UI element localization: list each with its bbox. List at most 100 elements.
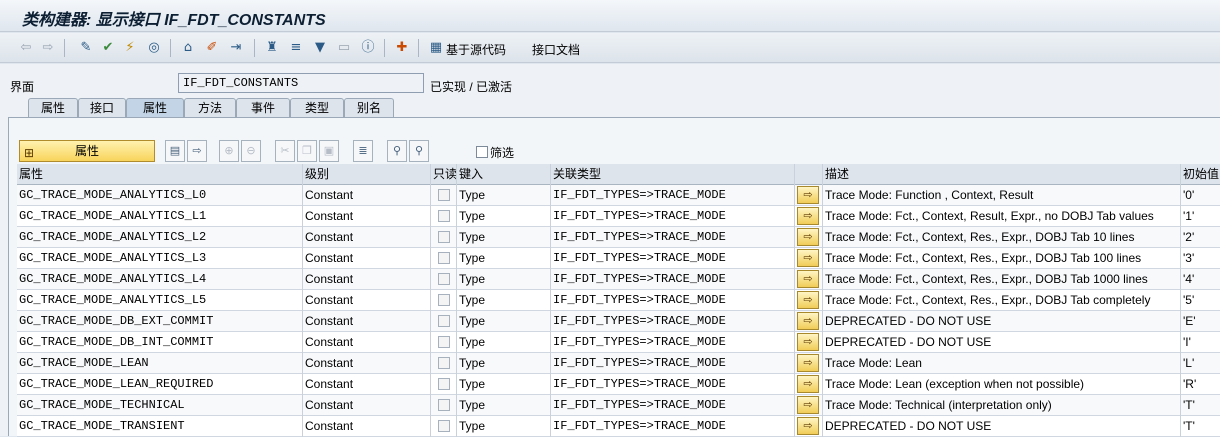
table-row[interactable]: GC_TRACE_MODE_ANALYTICS_L2 Constant Type IF…: [17, 227, 1220, 248]
column-header-description[interactable]: 描述: [823, 164, 1181, 185]
cell-level[interactable]: Constant: [303, 395, 431, 416]
source-code-button[interactable]: 基于源代码: [446, 41, 506, 58]
cell-description[interactable]: DEPRECATED - DO NOT USE: [823, 332, 1181, 353]
table-row[interactable]: GC_TRACE_MODE_TRANSIENT Constant Type IF_FD…: [17, 416, 1220, 437]
cell-description[interactable]: Trace Mode: Function , Context, Result: [823, 185, 1181, 206]
cut-icon[interactable]: ✂: [275, 140, 295, 162]
readonly-checkbox[interactable]: [438, 378, 450, 390]
tab-events[interactable]: 事件: [236, 98, 290, 117]
cell-level[interactable]: Constant: [303, 374, 431, 395]
where-used-icon[interactable]: ◎: [146, 40, 162, 56]
attributes-button[interactable]: ⊞ 属性: [19, 140, 155, 162]
table-row[interactable]: GC_TRACE_MODE_DB_INT_COMMIT Constant Type I…: [17, 332, 1220, 353]
readonly-checkbox[interactable]: [438, 210, 450, 222]
cell-description[interactable]: Trace Mode: Fct., Context, Res., Expr., …: [823, 269, 1181, 290]
goto-icon[interactable]: ⇨: [187, 140, 207, 162]
cell-initial-value[interactable]: '0': [1181, 185, 1220, 206]
table-row[interactable]: GC_TRACE_MODE_ANALYTICS_L4 Constant Type IF…: [17, 269, 1220, 290]
cell-associated-type[interactable]: IF_FDT_TYPES=>TRACE_MODE: [551, 353, 795, 374]
readonly-checkbox[interactable]: [438, 231, 450, 243]
goto-type-icon[interactable]: ⇨: [797, 396, 819, 414]
cell-associated-type[interactable]: IF_FDT_TYPES=>TRACE_MODE: [551, 332, 795, 353]
cell-level[interactable]: Constant: [303, 353, 431, 374]
table-row[interactable]: GC_TRACE_MODE_LEAN_REQUIRED Constant Type I…: [17, 374, 1220, 395]
window-icon[interactable]: ▭: [336, 40, 352, 56]
sort-column-icon[interactable]: ≣: [353, 140, 373, 162]
navigate-icon[interactable]: ⇥: [228, 40, 244, 56]
goto-type-icon[interactable]: ⇨: [797, 375, 819, 393]
cell-typing[interactable]: Type: [457, 332, 551, 353]
cell-associated-type[interactable]: IF_FDT_TYPES=>TRACE_MODE: [551, 395, 795, 416]
cell-associated-type[interactable]: IF_FDT_TYPES=>TRACE_MODE: [551, 248, 795, 269]
cell-description[interactable]: Trace Mode: Fct., Context, Res., Expr., …: [823, 248, 1181, 269]
display-change-icon[interactable]: ✎: [78, 40, 94, 56]
cell-description[interactable]: Trace Mode: Fct., Context, Res., Expr., …: [823, 227, 1181, 248]
cell-attribute-name[interactable]: GC_TRACE_MODE_ANALYTICS_L3: [17, 248, 303, 269]
cell-attribute-name[interactable]: GC_TRACE_MODE_LEAN_REQUIRED: [17, 374, 303, 395]
goto-type-icon[interactable]: ⇨: [797, 270, 819, 288]
readonly-checkbox[interactable]: [438, 420, 450, 432]
paste-icon[interactable]: ▣: [319, 140, 339, 162]
cell-level[interactable]: Constant: [303, 416, 431, 437]
cell-associated-type[interactable]: IF_FDT_TYPES=>TRACE_MODE: [551, 269, 795, 290]
sort-icon[interactable]: ≡: [288, 40, 304, 56]
table-row[interactable]: GC_TRACE_MODE_ANALYTICS_L5 Constant Type IF…: [17, 290, 1220, 311]
cell-description[interactable]: Trace Mode: Fct., Context, Result, Expr.…: [823, 206, 1181, 227]
cell-level[interactable]: Constant: [303, 332, 431, 353]
cell-description[interactable]: Trace Mode: Lean: [823, 353, 1181, 374]
goto-type-icon[interactable]: ⇨: [797, 186, 819, 204]
readonly-checkbox[interactable]: [438, 273, 450, 285]
find-next-icon[interactable]: ⚲: [409, 140, 429, 162]
cell-attribute-name[interactable]: GC_TRACE_MODE_ANALYTICS_L2: [17, 227, 303, 248]
cell-typing[interactable]: Type: [457, 206, 551, 227]
insert-row-icon[interactable]: ⊕: [219, 140, 239, 162]
cell-initial-value[interactable]: 'R': [1181, 374, 1220, 395]
cell-level[interactable]: Constant: [303, 227, 431, 248]
column-header-associated-type[interactable]: 关联类型: [551, 164, 795, 185]
readonly-checkbox[interactable]: [438, 189, 450, 201]
goto-type-icon[interactable]: ⇨: [797, 249, 819, 267]
cell-attribute-name[interactable]: GC_TRACE_MODE_DB_EXT_COMMIT: [17, 311, 303, 332]
cell-typing[interactable]: Type: [457, 353, 551, 374]
cell-description[interactable]: Trace Mode: Lean (exception when not pos…: [823, 374, 1181, 395]
column-header-initial-value[interactable]: 初始值: [1181, 164, 1220, 185]
tab-methods[interactable]: 方法: [184, 98, 236, 117]
cell-typing[interactable]: Type: [457, 248, 551, 269]
cell-associated-type[interactable]: IF_FDT_TYPES=>TRACE_MODE: [551, 416, 795, 437]
table-row[interactable]: GC_TRACE_MODE_ANALYTICS_L1 Constant Type IF…: [17, 206, 1220, 227]
goto-type-icon[interactable]: ⇨: [797, 312, 819, 330]
table-row[interactable]: GC_TRACE_MODE_ANALYTICS_L3 Constant Type IF…: [17, 248, 1220, 269]
filter-icon[interactable]: ▼: [312, 40, 328, 56]
cell-attribute-name[interactable]: GC_TRACE_MODE_DB_INT_COMMIT: [17, 332, 303, 353]
column-header-typing[interactable]: 键入: [457, 164, 551, 185]
cell-attribute-name[interactable]: GC_TRACE_MODE_ANALYTICS_L4: [17, 269, 303, 290]
edit-pen-icon[interactable]: ✐: [204, 40, 220, 56]
cell-typing[interactable]: Type: [457, 227, 551, 248]
readonly-checkbox[interactable]: [438, 336, 450, 348]
cell-typing[interactable]: Type: [457, 269, 551, 290]
cell-description[interactable]: Trace Mode: Technical (interpretation on…: [823, 395, 1181, 416]
detail-view-icon[interactable]: ▤: [165, 140, 185, 162]
readonly-checkbox[interactable]: [438, 294, 450, 306]
cell-initial-value[interactable]: '2': [1181, 227, 1220, 248]
goto-type-icon[interactable]: ⇨: [797, 291, 819, 309]
cell-attribute-name[interactable]: GC_TRACE_MODE_ANALYTICS_L5: [17, 290, 303, 311]
table-row[interactable]: GC_TRACE_MODE_ANALYTICS_L0 Constant Type IF…: [17, 185, 1220, 206]
delete-row-icon[interactable]: ⊖: [241, 140, 261, 162]
table-row[interactable]: GC_TRACE_MODE_TECHNICAL Constant Type IF_FD…: [17, 395, 1220, 416]
hierarchy-icon[interactable]: ♜: [264, 40, 280, 56]
goto-type-icon[interactable]: ⇨: [797, 417, 819, 435]
cell-typing[interactable]: Type: [457, 395, 551, 416]
cell-typing[interactable]: Type: [457, 290, 551, 311]
tab-types[interactable]: 类型: [290, 98, 344, 117]
cell-typing[interactable]: Type: [457, 311, 551, 332]
forward-icon[interactable]: ⇨: [40, 40, 56, 56]
cell-attribute-name[interactable]: GC_TRACE_MODE_LEAN: [17, 353, 303, 374]
cell-level[interactable]: Constant: [303, 269, 431, 290]
cell-associated-type[interactable]: IF_FDT_TYPES=>TRACE_MODE: [551, 227, 795, 248]
copy-icon[interactable]: ❐: [297, 140, 317, 162]
cell-level[interactable]: Constant: [303, 248, 431, 269]
table-row[interactable]: GC_TRACE_MODE_DB_EXT_COMMIT Constant Type I…: [17, 311, 1220, 332]
check-icon[interactable]: ✔: [100, 40, 116, 56]
table-row[interactable]: GC_TRACE_MODE_LEAN Constant Type IF_FDT_TYP…: [17, 353, 1220, 374]
